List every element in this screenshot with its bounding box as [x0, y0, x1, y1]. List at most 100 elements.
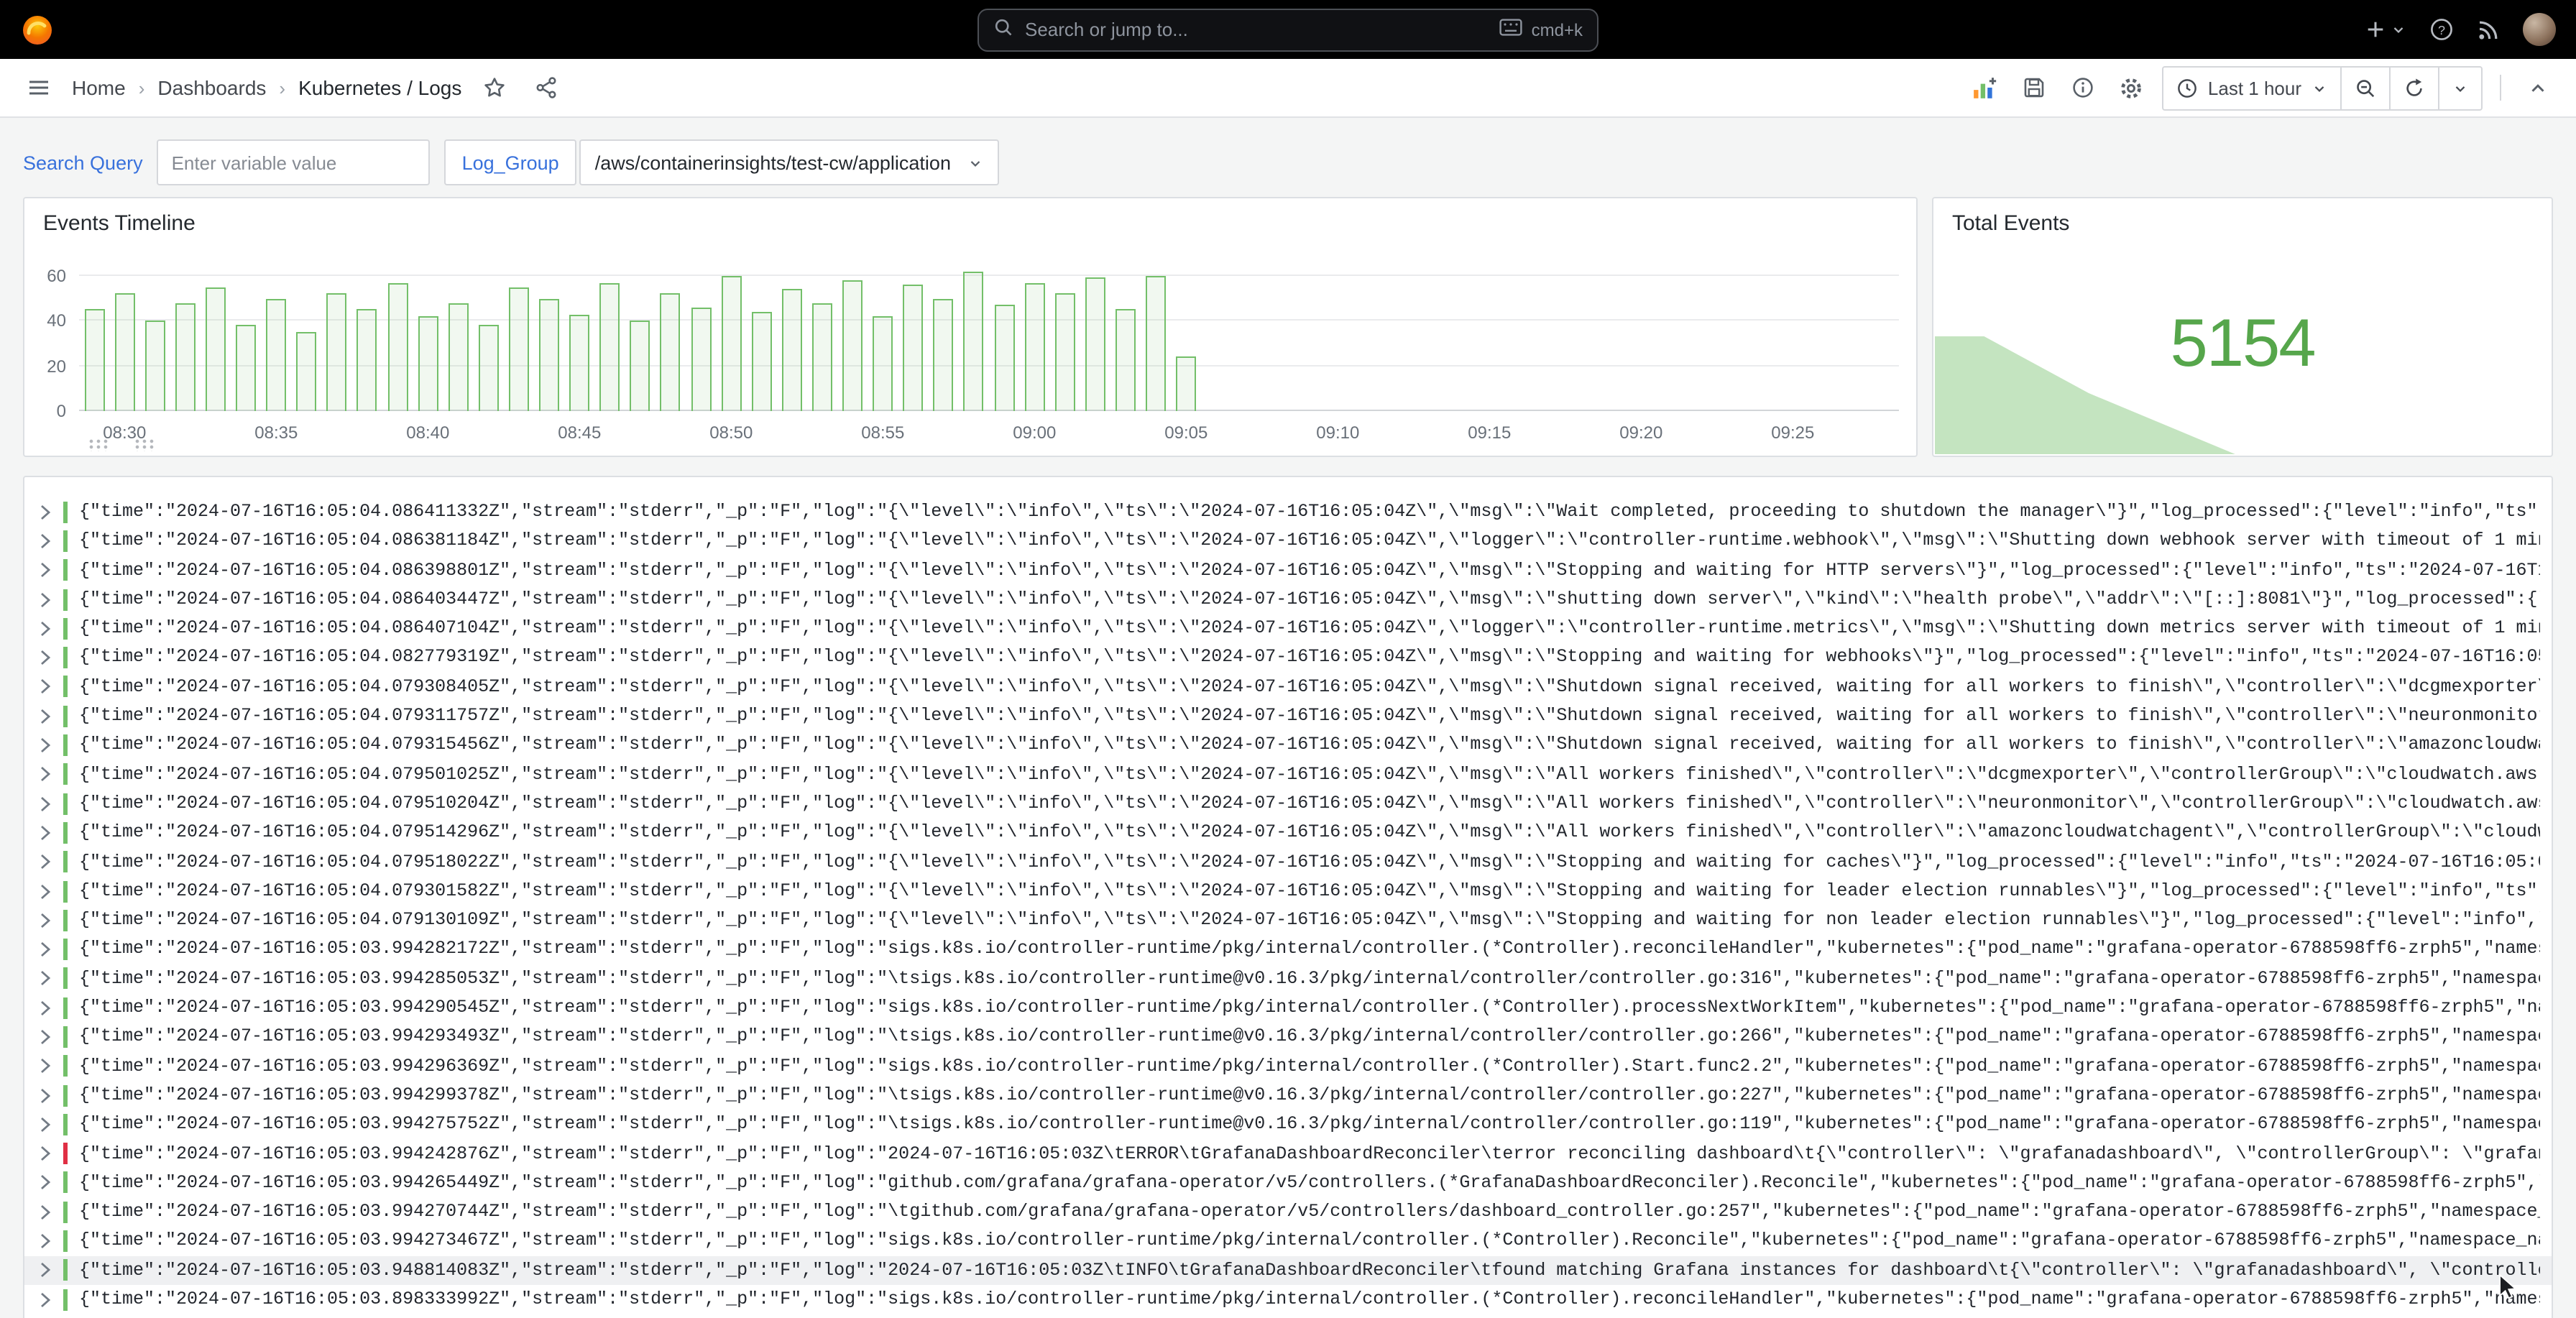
log-row[interactable]: {"time":"2024-07-16T16:05:03.994242876Z"… — [24, 1139, 2552, 1169]
add-visualization-button[interactable] — [1966, 69, 2004, 106]
expand-caret-icon — [40, 1175, 56, 1191]
log-row[interactable]: {"time":"2024-07-16T16:05:04.086381184Z"… — [24, 527, 2552, 556]
collapse-toolbar-button[interactable] — [2518, 69, 2556, 106]
log-row[interactable]: {"time":"2024-07-16T16:05:03.948814083Z"… — [24, 1255, 2552, 1286]
log-text: {"time":"2024-07-16T16:05:03.994265449Z"… — [79, 1172, 2540, 1193]
timeline-bar — [691, 307, 712, 411]
x-tick-label: 08:55 — [861, 423, 905, 443]
zoom-out-time-button[interactable] — [2340, 67, 2389, 109]
log-row[interactable]: {"time":"2024-07-16T16:05:04.079510204Z"… — [24, 789, 2552, 819]
log-row[interactable]: {"time":"2024-07-16T16:05:03.994273467Z"… — [24, 1227, 2552, 1256]
log-row[interactable]: {"time":"2024-07-16T16:05:03.994285053Z"… — [24, 964, 2552, 994]
log-text: {"time":"2024-07-16T16:05:03.994275752Z"… — [79, 1114, 2540, 1135]
search-query-input[interactable] — [157, 139, 431, 185]
timeline-bar — [721, 275, 742, 411]
refresh-button[interactable] — [2389, 67, 2438, 109]
share-button[interactable] — [528, 69, 565, 106]
log-row[interactable]: {"time":"2024-07-16T16:05:04.079301582Z"… — [24, 877, 2552, 906]
log-group-value: /aws/containerinsights/test-cw/applicati… — [594, 152, 951, 173]
search-icon — [993, 17, 1013, 42]
clock-icon — [2178, 78, 2196, 97]
breadcrumb: Home › Dashboards › Kubernetes / Logs — [72, 76, 461, 99]
log-row[interactable]: {"time":"2024-07-16T16:05:04.079501025Z"… — [24, 760, 2552, 789]
log-row[interactable]: {"time":"2024-07-16T16:05:04.079315456Z"… — [24, 731, 2552, 760]
log-row[interactable]: {"time":"2024-07-16T16:05:04.086411332Z"… — [24, 497, 2552, 527]
log-row[interactable]: {"time":"2024-07-16T16:05:04.082779319Z"… — [24, 643, 2552, 673]
log-row[interactable]: {"time":"2024-07-16T16:05:04.079308405Z"… — [24, 673, 2552, 702]
log-text: {"time":"2024-07-16T16:05:03.994273467Z"… — [79, 1230, 2540, 1251]
log-text: {"time":"2024-07-16T16:05:03.994285053Z"… — [79, 968, 2540, 989]
refresh-interval-dropdown[interactable] — [2438, 67, 2481, 109]
search-input[interactable]: Search or jump to... cmd+k — [978, 8, 1598, 51]
chevron-down-icon — [2314, 86, 2324, 91]
timeline-bar — [508, 287, 529, 411]
log-level-bar — [63, 851, 68, 873]
log-row[interactable]: {"time":"2024-07-16T16:05:03.898333992Z"… — [24, 1285, 2552, 1314]
x-tick-label: 09:20 — [1619, 423, 1663, 443]
log-row[interactable]: {"time":"2024-07-16T16:05:04.086407104Z"… — [24, 614, 2552, 643]
log-row[interactable]: {"time":"2024-07-16T16:05:03.994275752Z"… — [24, 1110, 2552, 1139]
log-level-bar — [63, 1259, 68, 1281]
add-new-button[interactable] — [2365, 19, 2406, 40]
expand-caret-icon — [40, 1204, 56, 1220]
log-row[interactable]: {"time":"2024-07-16T16:05:03.994282172Z"… — [24, 935, 2552, 964]
timeline-bar — [569, 314, 590, 411]
expand-caret-icon — [40, 1291, 56, 1307]
grafana-logo[interactable] — [20, 12, 55, 47]
log-level-bar — [63, 967, 68, 990]
chevron-down-icon — [971, 160, 981, 166]
log-row[interactable]: {"time":"2024-07-16T16:05:04.086403447Z"… — [24, 585, 2552, 614]
log-text: {"time":"2024-07-16T16:05:03.994282172Z"… — [79, 939, 2540, 959]
dashboard-settings-button[interactable] — [2113, 69, 2150, 106]
log-row[interactable]: {"time":"2024-07-16T16:05:03.994270744Z"… — [24, 1197, 2552, 1227]
log-row[interactable]: {"time":"2024-07-16T16:05:03.994293493Z"… — [24, 1023, 2552, 1052]
timeline-bar — [933, 298, 954, 411]
timeline-bar — [1024, 282, 1045, 411]
x-tick-label: 09:25 — [1771, 423, 1815, 443]
news-rss-button[interactable] — [2477, 18, 2500, 41]
x-tick-label: 08:45 — [558, 423, 602, 443]
total-events-value: 5154 — [2170, 304, 2316, 381]
save-dashboard-button[interactable] — [2015, 69, 2053, 106]
favorite-star-button[interactable] — [476, 69, 513, 106]
logs-panel: {"time":"2024-07-16T16:05:04.086411332Z"… — [23, 476, 2553, 1318]
log-row[interactable]: {"time":"2024-07-16T16:05:04.079130109Z"… — [24, 905, 2552, 935]
log-text: {"time":"2024-07-16T16:05:03.994296369Z"… — [79, 1056, 2540, 1077]
log-row[interactable]: {"time":"2024-07-16T16:05:04.086398801Z"… — [24, 556, 2552, 585]
template-variables-row: Search Query Log_Group /aws/containerins… — [0, 118, 2576, 197]
log-level-bar — [63, 530, 68, 552]
breadcrumb-separator: › — [138, 77, 145, 98]
log-row[interactable]: {"time":"2024-07-16T16:05:03.994265449Z"… — [24, 1169, 2552, 1198]
breadcrumb-home[interactable]: Home — [72, 76, 126, 99]
drag-handle[interactable] — [88, 438, 111, 451]
drag-handle[interactable] — [134, 438, 157, 451]
log-row[interactable]: {"time":"2024-07-16T16:05:04.079311757Z"… — [24, 701, 2552, 731]
log-row[interactable]: {"time":"2024-07-16T16:05:03.994299378Z"… — [24, 1081, 2552, 1110]
log-text: {"time":"2024-07-16T16:05:04.086381184Z"… — [79, 530, 2540, 551]
log-group-select[interactable]: /aws/containerinsights/test-cw/applicati… — [579, 139, 1000, 185]
log-row[interactable]: {"time":"2024-07-16T16:05:04.079518022Z"… — [24, 847, 2552, 877]
timeline-chart-plot-area[interactable]: 0 20 40 60 08:30 08:35 08:40 08:45 08:50 08:55 09:… — [47, 264, 1899, 443]
menu-toggle-button[interactable] — [20, 69, 58, 106]
log-text: {"time":"2024-07-16T16:05:04.079501025Z"… — [79, 764, 2540, 785]
x-tick-label: 08:35 — [254, 423, 298, 443]
log-row[interactable]: {"time":"2024-07-16T16:05:03.994290545Z"… — [24, 993, 2552, 1023]
time-range-picker[interactable]: Last 1 hour — [2163, 67, 2340, 109]
log-level-bar — [63, 997, 68, 1019]
expand-caret-icon — [40, 650, 56, 665]
log-text: {"time":"2024-07-16T16:05:03.994270744Z"… — [79, 1202, 2540, 1222]
log-row[interactable]: {"time":"2024-07-16T16:05:03.994296369Z"… — [24, 1051, 2552, 1081]
breadcrumb-dashboards[interactable]: Dashboards — [157, 76, 266, 99]
dashboard-toolbar: Home › Dashboards › Kubernetes / Logs La… — [0, 59, 2576, 118]
help-button[interactable]: ? — [2429, 17, 2454, 42]
panel-insights-button[interactable] — [2064, 69, 2102, 106]
log-text: {"time":"2024-07-16T16:05:04.079308405Z"… — [79, 676, 2540, 697]
timeline-bar — [1115, 309, 1136, 411]
keyboard-icon — [1500, 19, 1523, 40]
log-row[interactable]: {"time":"2024-07-16T16:05:04.079514296Z"… — [24, 819, 2552, 848]
variable-label-log-group: Log_Group — [444, 139, 576, 185]
expand-caret-icon — [40, 562, 56, 578]
log-text: {"time":"2024-07-16T16:05:04.082779319Z"… — [79, 647, 2540, 668]
variable-label-search-query: Search Query — [23, 152, 143, 173]
user-avatar[interactable] — [2523, 13, 2556, 46]
